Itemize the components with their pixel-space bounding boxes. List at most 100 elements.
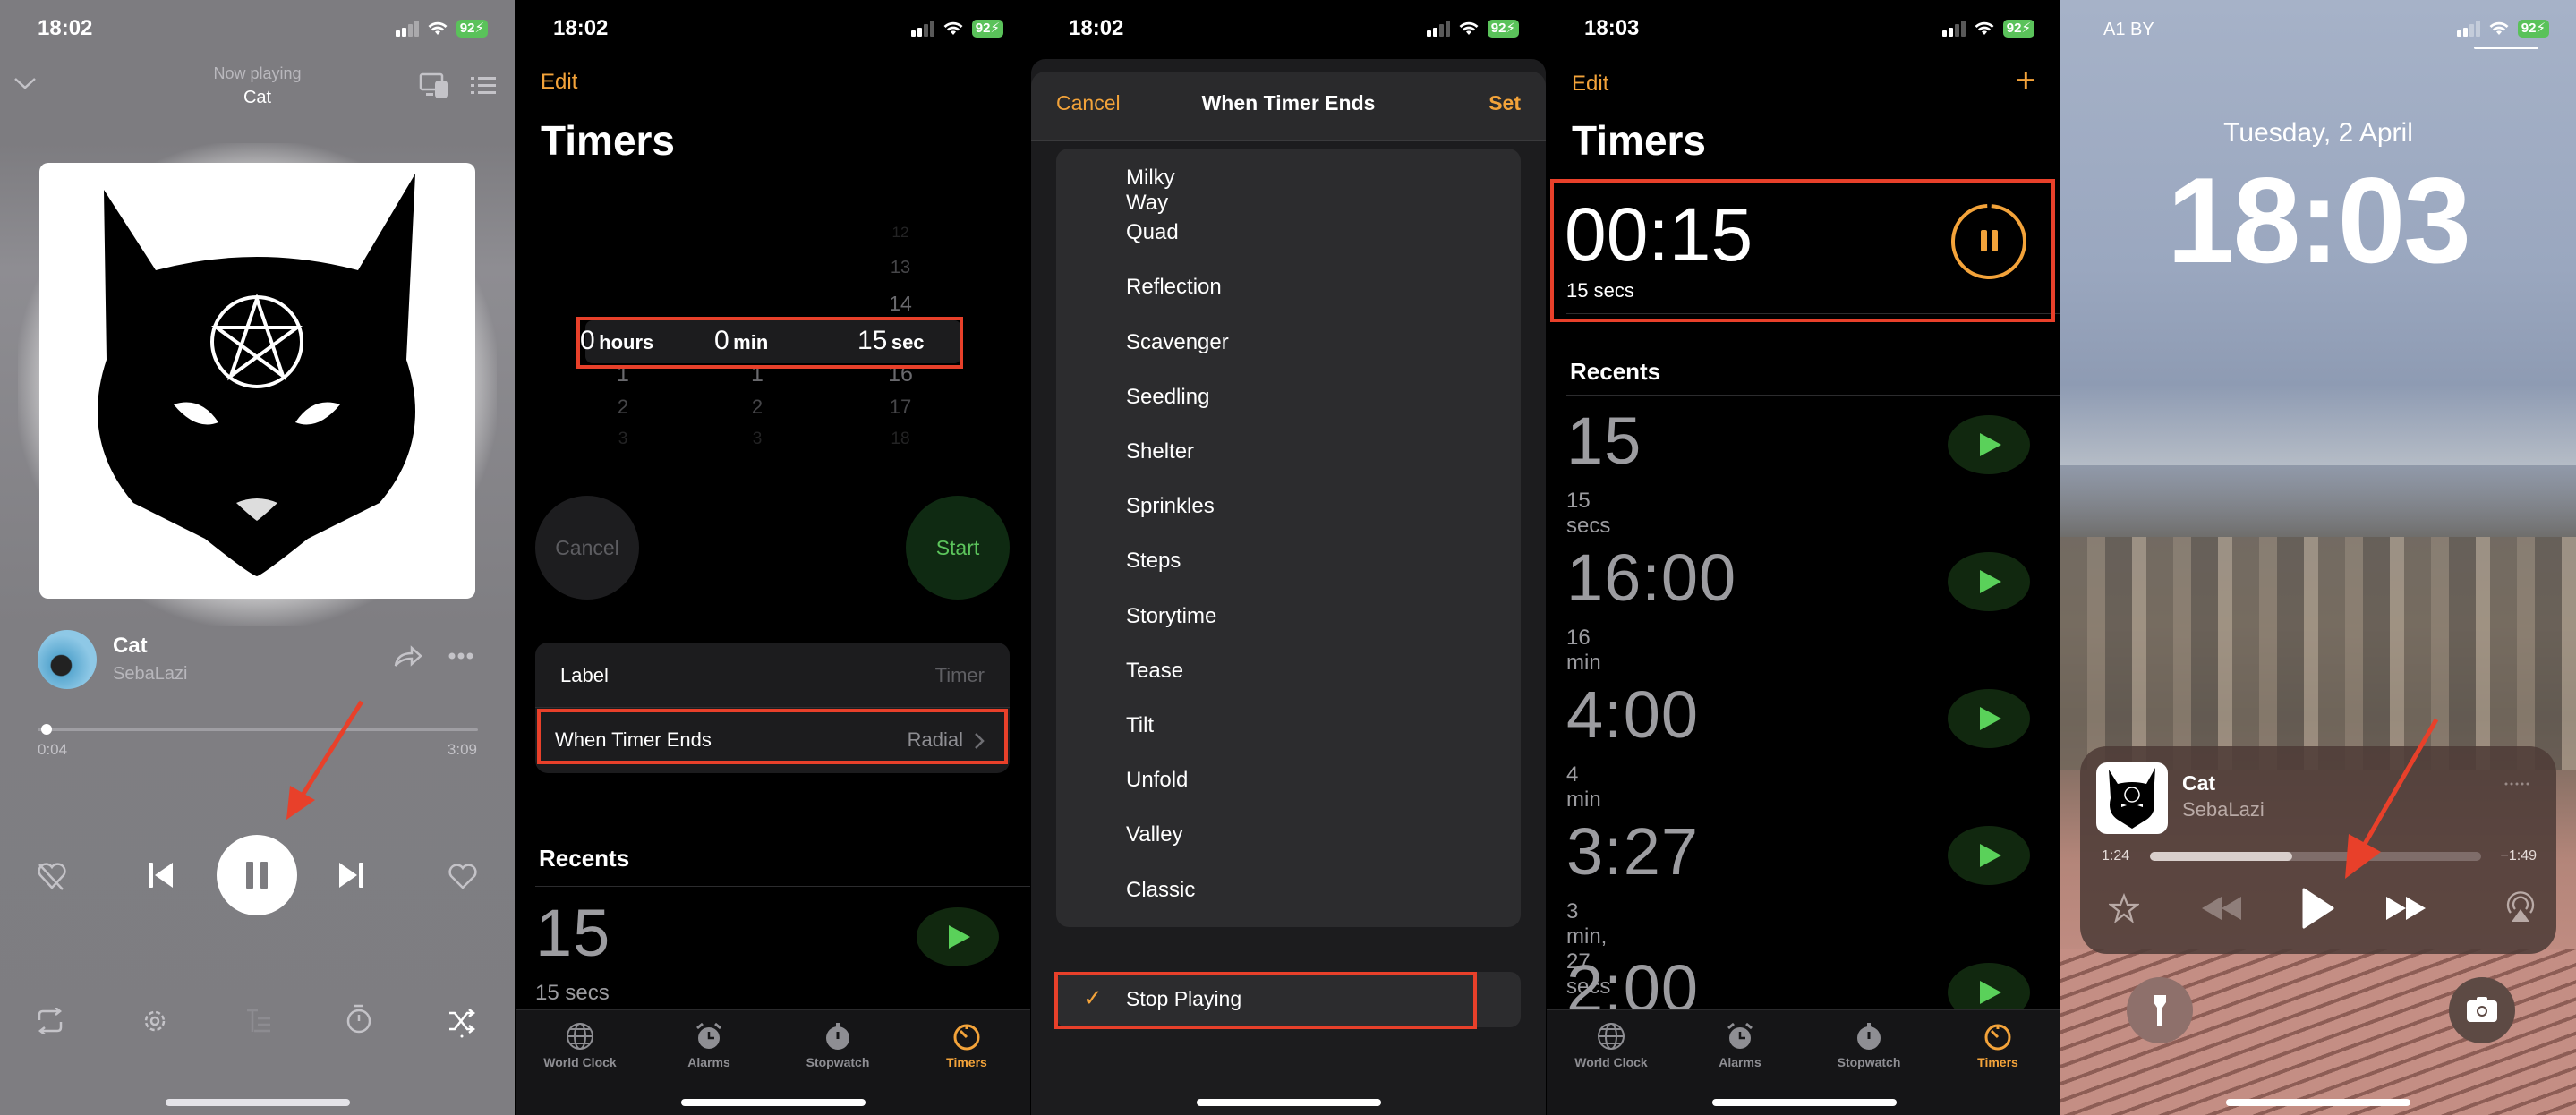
status-icons: 92⚡ <box>2456 20 2549 38</box>
when-timer-ends-screen: 18:02 92⚡ Milky Way Quad Reflection Scaveng… <box>1031 0 1546 1115</box>
black-cat-artwork <box>2109 768 2155 829</box>
rewind-icon[interactable] <box>2200 895 2243 922</box>
queue-list-icon[interactable] <box>471 75 496 97</box>
sound-option[interactable]: Sprinkles <box>1126 494 1215 519</box>
add-timer-button[interactable]: + <box>2016 61 2036 101</box>
airplay-icon[interactable] <box>2504 889 2537 923</box>
sound-option[interactable]: Steps <box>1126 549 1181 574</box>
tab-timers[interactable]: Timers <box>913 1021 1020 1069</box>
label-row-title: Label <box>560 664 609 686</box>
sound-option[interactable]: Reflection <box>1126 275 1222 300</box>
annotation-arrow <box>2345 718 2439 879</box>
tab-label: Alarms <box>1719 1055 1761 1069</box>
sound-option[interactable]: Classic <box>1126 878 1195 903</box>
dislike-icon[interactable] <box>36 861 68 891</box>
sound-option[interactable]: Milky Way <box>1126 166 1175 216</box>
picker-option[interactable]: 3 <box>596 430 650 449</box>
picker-option[interactable]: 2 <box>596 396 650 419</box>
status-time: 18:02 <box>38 16 93 40</box>
wifi-icon <box>2489 21 2509 35</box>
sound-option[interactable]: Valley <box>1126 822 1183 847</box>
tab-timers[interactable]: Timers <box>1944 1021 2051 1069</box>
recent-play-button[interactable] <box>1948 689 2030 748</box>
total-time: 3:09 <box>447 741 477 758</box>
cast-device-icon[interactable] <box>419 72 449 100</box>
black-cat-artwork <box>98 174 415 576</box>
sound-option[interactable]: Quad <box>1126 220 1179 245</box>
sound-option[interactable]: Shelter <box>1126 439 1194 464</box>
recent-timer-value: 4:00 <box>1566 677 1700 752</box>
fast-forward-icon[interactable] <box>2384 895 2427 922</box>
recent-timer-label: 15 secs <box>1566 489 1611 538</box>
set-button[interactable]: Set <box>1488 91 1521 115</box>
share-icon[interactable] <box>392 643 422 669</box>
home-indicator <box>680 1099 866 1106</box>
mountains <box>2060 465 2576 537</box>
home-indicator <box>1196 1099 1381 1106</box>
start-button[interactable]: Start <box>906 496 1010 600</box>
picker-option[interactable]: 13 <box>874 258 927 278</box>
progress-knob[interactable] <box>40 724 52 735</box>
sound-option[interactable]: Unfold <box>1126 768 1188 793</box>
sound-option[interactable]: Tease <box>1126 659 1183 684</box>
tab-world-clock[interactable]: World Clock <box>1557 1021 1665 1069</box>
sound-option[interactable]: Storytime <box>1126 604 1216 629</box>
wifi-icon <box>1459 21 1479 35</box>
camera-button[interactable] <box>2449 977 2515 1043</box>
tab-alarms[interactable]: Alarms <box>1686 1021 1794 1069</box>
picker-option[interactable]: 12 <box>874 224 927 242</box>
status-icons: 92⚡ <box>395 20 488 38</box>
sound-option[interactable]: Tilt <box>1126 713 1154 738</box>
battery-indicator: 92⚡ <box>1487 20 1519 38</box>
favorite-star-icon[interactable] <box>2109 893 2139 923</box>
picker-option[interactable]: 18 <box>874 430 927 449</box>
pause-button[interactable] <box>217 835 297 915</box>
sleep-timer-icon[interactable] <box>345 1004 372 1034</box>
annotation-highlight <box>1054 972 1477 1029</box>
flashlight-button[interactable] <box>2127 977 2193 1043</box>
now-playing-widget: Cat SebaLazi 1:24 −1:49 <box>2080 746 2556 954</box>
track-artist[interactable]: SebaLazi <box>113 664 187 685</box>
picker-option[interactable]: 17 <box>874 396 927 419</box>
play-icon[interactable] <box>2300 888 2334 929</box>
picker-option[interactable]: 2 <box>730 396 784 419</box>
more-icon[interactable] <box>448 651 474 660</box>
sound-option[interactable]: Seedling <box>1126 385 1209 410</box>
music-player-screen: 18:02 92⚡ Now playing Cat Cat SebaLazi 0… <box>0 0 515 1115</box>
lyrics-icon[interactable] <box>245 1008 272 1034</box>
label-row-value[interactable]: Timer <box>935 664 985 687</box>
status-icons: 92⚡ <box>1426 20 1519 38</box>
picker-option[interactable]: 14 <box>874 292 927 316</box>
tab-stopwatch[interactable]: Stopwatch <box>784 1021 891 1069</box>
pause-icon <box>246 862 268 889</box>
tab-world-clock[interactable]: World Clock <box>526 1021 634 1069</box>
status-time: 18:03 <box>1584 16 1640 40</box>
picker-option[interactable]: 3 <box>730 430 784 449</box>
progress-track[interactable] <box>38 728 478 731</box>
shuffle-icon[interactable] <box>448 1008 476 1038</box>
recent-timer-value: 15 <box>535 896 611 970</box>
edit-button[interactable]: Edit <box>541 70 577 95</box>
lock-screen: A1 BY 92⚡ Tuesday, 2 April 18:03 Cat Seb… <box>2060 0 2576 1115</box>
tab-alarms[interactable]: Alarms <box>655 1021 763 1069</box>
carrier-label: A1 BY <box>2103 20 2154 39</box>
repeat-icon[interactable] <box>36 1008 64 1034</box>
like-icon[interactable] <box>448 863 478 889</box>
recent-play-button[interactable] <box>1948 415 2030 474</box>
recent-play-button[interactable] <box>917 907 999 966</box>
recent-play-button[interactable] <box>1948 552 2030 611</box>
alarm-clock-icon <box>696 1022 721 1049</box>
artist-avatar[interactable] <box>38 630 97 689</box>
sound-option[interactable]: Scavenger <box>1126 330 1229 355</box>
recent-play-button[interactable] <box>1948 826 2030 885</box>
settings-icon[interactable] <box>141 1008 168 1034</box>
widget-track-title: Cat <box>2182 771 2216 795</box>
edit-button[interactable]: Edit <box>1572 72 1608 97</box>
next-icon[interactable] <box>337 861 365 889</box>
widget-scrubber-fill <box>2150 852 2293 861</box>
tab-stopwatch[interactable]: Stopwatch <box>1815 1021 1923 1069</box>
control-center-grabber[interactable] <box>2474 47 2538 49</box>
previous-icon[interactable] <box>147 861 175 889</box>
widget-artwork[interactable] <box>2096 762 2168 834</box>
cancel-button[interactable]: Cancel <box>535 496 639 600</box>
